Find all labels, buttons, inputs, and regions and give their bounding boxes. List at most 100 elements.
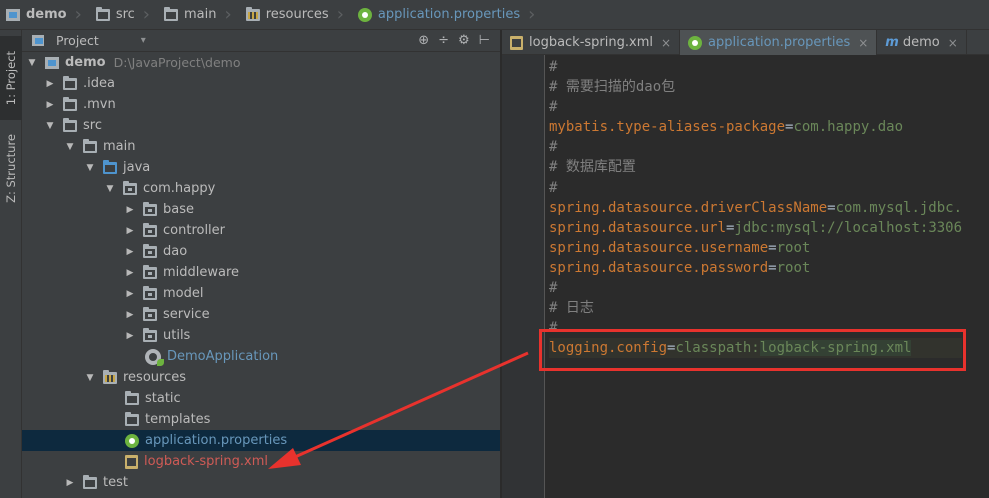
editor-gutter <box>502 55 545 498</box>
collapse-arrow-icon[interactable]: ▶ <box>65 472 75 493</box>
package-icon <box>143 222 157 237</box>
code-line: # <box>549 280 558 297</box>
package-icon <box>143 285 157 300</box>
tree-node-application-properties[interactable]: application.properties <box>22 430 500 451</box>
panel-toolbar: ⊕ ÷ ⚙ ⊢ <box>418 33 500 48</box>
tab-logback-spring-xml[interactable]: logback-spring.xml × <box>502 30 681 55</box>
tree-node-model[interactable]: ▶ model <box>22 283 500 304</box>
tree-node-demo-application[interactable]: DemoApplication <box>22 346 500 367</box>
resources-folder-icon <box>103 369 117 384</box>
code-editor[interactable]: # # 需要扫描的dao包 # mybatis.type-aliases-pac… <box>502 55 989 498</box>
close-icon[interactable]: × <box>948 36 958 50</box>
code-line: spring.datasource.username=root <box>549 239 811 256</box>
tree-node-middleware[interactable]: ▶ middleware <box>22 262 500 283</box>
scroll-from-source-icon[interactable]: ⊕ <box>418 33 429 48</box>
resources-folder-icon <box>245 6 260 21</box>
breadcrumb-item-demo[interactable]: demo › <box>0 0 86 30</box>
chevron-down-icon[interactable]: ▾ <box>141 35 146 46</box>
breadcrumb-item-resources[interactable]: resources › <box>236 0 348 30</box>
hide-panel-icon[interactable]: ⊢ <box>479 33 490 48</box>
collapse-arrow-icon[interactable]: ▶ <box>125 241 135 262</box>
close-icon[interactable]: × <box>858 36 868 50</box>
breadcrumb-item-src[interactable]: src › <box>86 0 154 30</box>
breadcrumb-item-application-properties[interactable]: application.properties › <box>348 0 539 30</box>
project-panel: Project ▾ ⊕ ÷ ⚙ ⊢ ▼ demo D:\JavaProject\… <box>22 30 501 498</box>
folder-icon <box>164 6 178 21</box>
tab-application-properties[interactable]: application.properties × <box>680 30 878 55</box>
code-line: # <box>549 99 558 116</box>
expand-arrow-icon[interactable]: ▼ <box>85 367 95 388</box>
spring-icon <box>688 35 703 50</box>
spring-icon <box>357 7 372 22</box>
project-icon <box>32 35 44 46</box>
gear-icon[interactable]: ⚙ <box>458 33 470 48</box>
expand-arrow-icon[interactable]: ▼ <box>85 157 95 178</box>
expand-arrow-icon[interactable]: ▼ <box>65 136 75 157</box>
tree-node-dao[interactable]: ▶ dao <box>22 241 500 262</box>
package-icon <box>143 306 157 321</box>
folder-icon <box>83 474 97 489</box>
tree-node-resources[interactable]: ▼ resources <box>22 367 500 388</box>
source-folder-icon <box>103 159 117 174</box>
tab-demo[interactable]: m demo × <box>877 30 967 55</box>
collapse-arrow-icon[interactable]: ▶ <box>125 304 135 325</box>
project-panel-header: Project ▾ ⊕ ÷ ⚙ ⊢ <box>22 30 500 52</box>
tree-node-demo[interactable]: ▼ demo D:\JavaProject\demo <box>22 52 500 73</box>
code-line: # <box>549 139 558 156</box>
collapse-arrow-icon[interactable]: ▶ <box>125 262 135 283</box>
collapse-arrow-icon[interactable]: ▶ <box>125 220 135 241</box>
collapse-all-icon[interactable]: ÷ <box>438 33 449 48</box>
collapse-arrow-icon[interactable]: ▶ <box>125 283 135 304</box>
tree-node-templates[interactable]: templates <box>22 409 500 430</box>
package-icon <box>143 201 157 216</box>
project-view-selector[interactable]: Project ▾ <box>22 33 146 48</box>
collapse-arrow-icon[interactable]: ▶ <box>125 325 135 346</box>
folder-icon <box>125 411 139 426</box>
tree-node-test[interactable]: ▶ test <box>22 472 500 493</box>
tree-node-java[interactable]: ▼ java <box>22 157 500 178</box>
expand-arrow-icon[interactable]: ▼ <box>27 52 37 73</box>
tree-node-src[interactable]: ▼ src <box>22 115 500 136</box>
breadcrumb: demo › src › main › resources › application.… <box>0 0 989 30</box>
code-line: mybatis.type-aliases-package=com.happy.d… <box>549 119 904 136</box>
folder-icon <box>95 6 110 21</box>
tree-node-com-happy[interactable]: ▼ com.happy <box>22 178 500 199</box>
tree-node-static[interactable]: static <box>22 388 500 409</box>
spring-icon <box>125 433 139 448</box>
collapse-arrow-icon[interactable]: ▶ <box>45 94 55 115</box>
spring-boot-class-icon <box>145 348 164 366</box>
tree-node-controller[interactable]: ▶ controller <box>22 220 500 241</box>
code-line-current: logging.config=classpath:logback-spring.… <box>549 338 963 359</box>
xml-file-icon <box>510 35 523 50</box>
tree-node-main[interactable]: ▼ main <box>22 136 500 157</box>
folder-icon <box>63 96 77 111</box>
folder-icon <box>83 138 97 153</box>
code-line: # <box>549 320 558 337</box>
tree-node-base[interactable]: ▶ base <box>22 199 500 220</box>
code-line: spring.datasource.driverClassName=com.my… <box>549 199 963 216</box>
tree-node-service[interactable]: ▶ service <box>22 304 500 325</box>
project-tool-tab[interactable]: 1: Project <box>0 36 22 120</box>
package-icon <box>123 180 137 195</box>
module-icon <box>6 8 20 21</box>
collapse-arrow-icon[interactable]: ▶ <box>125 199 135 220</box>
tree-node-idea[interactable]: ▶ .idea <box>22 73 500 94</box>
maven-icon: m <box>885 35 899 50</box>
left-tool-strip: 1: Project Z: Structure <box>0 30 22 498</box>
folder-icon <box>125 390 139 405</box>
collapse-arrow-icon[interactable]: ▶ <box>45 73 55 94</box>
code-line: # 日志 <box>549 300 594 317</box>
close-icon[interactable]: × <box>661 36 671 50</box>
expand-arrow-icon[interactable]: ▼ <box>45 115 55 136</box>
structure-tool-tab[interactable]: Z: Structure <box>0 126 22 210</box>
package-icon <box>143 264 157 279</box>
code-line: # 需要扫描的dao包 <box>549 79 676 96</box>
folder-icon <box>63 75 77 90</box>
breadcrumb-item-main[interactable]: main › <box>154 0 236 30</box>
code-line: # <box>549 59 558 75</box>
expand-arrow-icon[interactable]: ▼ <box>105 178 115 199</box>
tree-node-mvn[interactable]: ▶ .mvn <box>22 94 500 115</box>
tree-node-logback-spring-xml[interactable]: logback-spring.xml <box>22 451 500 472</box>
tree-node-utils[interactable]: ▶ utils <box>22 325 500 346</box>
xml-file-icon <box>125 454 138 469</box>
